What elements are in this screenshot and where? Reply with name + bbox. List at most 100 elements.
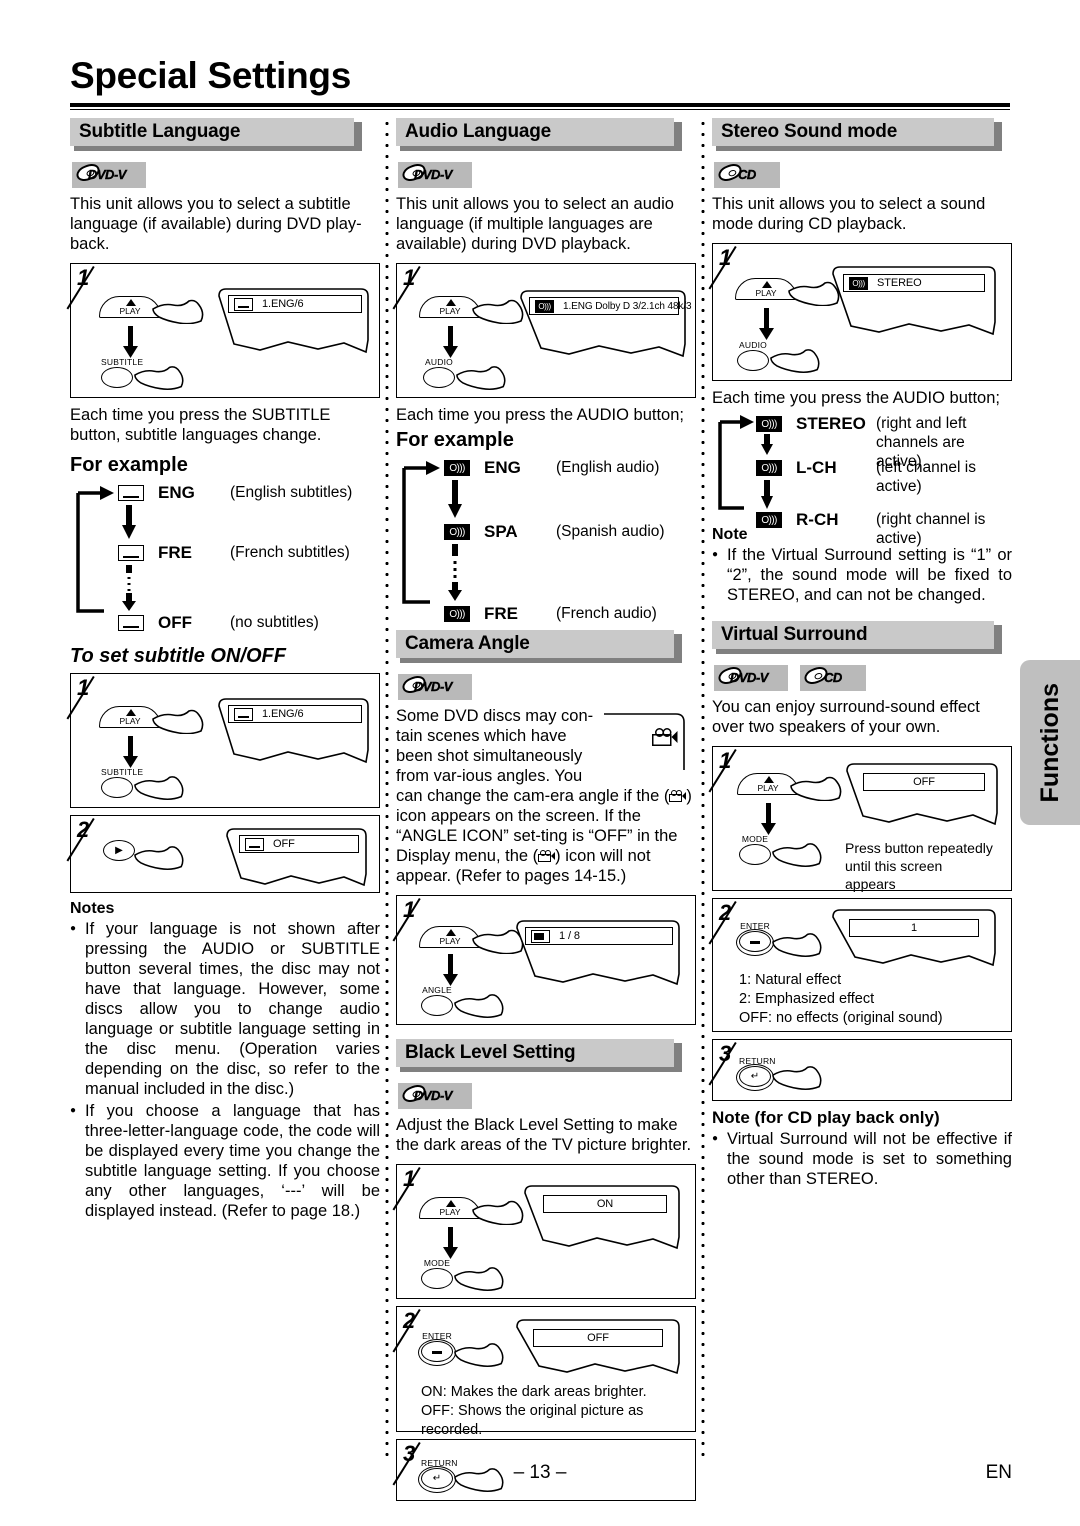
cycle-code: FRE: [158, 543, 192, 562]
pointing-hand-icon: [133, 774, 187, 800]
badge-label: CD: [738, 167, 757, 182]
to-set-subtitle-onoff-label: To set subtitle ON/OFF: [70, 645, 286, 667]
step-slash: [735, 901, 779, 941]
list-item: O))) SPA (Spanish audio): [444, 522, 696, 544]
osd-screen: 1 / 8: [509, 918, 687, 988]
subtitle-icon: [118, 545, 144, 561]
badge-label: DVD-V: [414, 679, 453, 694]
mode-button-label: MODE: [423, 1258, 451, 1268]
pointing-hand-icon: [789, 775, 845, 801]
disc-badges: DVD-V: [72, 162, 380, 188]
arrow-gap: [118, 505, 380, 543]
cycle-code: STEREO: [796, 414, 866, 433]
arrow-gap-dotted: [118, 565, 380, 613]
section-header-black-level: Black Level Setting: [396, 1039, 696, 1072]
cd-badge-icon: CD: [714, 162, 780, 188]
section-title: Stereo Sound mode: [721, 121, 898, 142]
mode-button-graphic: MODE: [739, 834, 771, 865]
virtual-note-item: Virtual Surround will not be effective i…: [712, 1129, 1012, 1189]
section-title: Subtitle Language: [79, 121, 241, 142]
section-title: Camera Angle: [405, 633, 530, 654]
cycle-code: FRE: [484, 604, 518, 623]
subtitle-onoff-step-2-illustration: 2 ▶ OFF: [70, 815, 380, 893]
section-title: Audio Language: [405, 121, 552, 142]
down-arrow-icon: [759, 803, 777, 835]
column-separator-2: [701, 118, 705, 1458]
list-item: FRE (French subtitles): [118, 543, 380, 565]
down-arrow-icon: [441, 1227, 459, 1259]
osd-text: 1.ENG Dolby D 3/2.1ch 48k/3: [563, 300, 692, 312]
subtitle-icon: [118, 615, 144, 631]
arrow-gap: [444, 480, 696, 522]
step-number: 1: [403, 897, 416, 922]
camera-angle-step-1-illustration: 1 PLAY ANGLE 1 / 8: [396, 895, 696, 1025]
pointing-hand-icon: [453, 1265, 507, 1291]
subtitle-onoff-step-1-illustration: 1 PLAY SUBTITLE 1.ENG/6: [70, 673, 380, 808]
audio-step-1-illustration: 1 PLAY AUDIO O))) 1.ENG Dolby D 3/2.1ch …: [396, 263, 696, 398]
camera-angle-intro: Some DVD discs may con-tain scenes which…: [396, 706, 696, 886]
mode-button-label: MODE: [741, 834, 769, 844]
virtual-effect-1: 1: Natural effect: [739, 972, 842, 988]
note-item: If your language is not shown after pres…: [70, 919, 380, 1099]
down-arrow-icon: [757, 308, 775, 340]
audio-button-graphic: AUDIO: [423, 357, 455, 388]
osd-screen: ON: [517, 1183, 687, 1251]
camera-angle-icon: [652, 724, 678, 746]
osd-text: 1 / 8: [559, 930, 580, 942]
osd-text: OFF: [273, 838, 295, 850]
stereo-intro: This unit allows you to select a sound m…: [712, 195, 986, 233]
virtual-effect-2: 2: Emphasized effect: [739, 991, 875, 1007]
camera-angle-osd-icon: [531, 929, 550, 943]
pointing-hand-icon: [133, 844, 187, 870]
section-title: Black Level Setting: [405, 1042, 576, 1063]
for-example-label: For example: [396, 429, 514, 451]
osd-screen: O))) STEREO: [825, 264, 1003, 340]
osd-screen: OFF: [219, 826, 374, 888]
list-item: OFF (no subtitles): [118, 613, 380, 635]
subtitle-language-intro: This unit allows you to select a subtitl…: [70, 195, 362, 253]
section-header-camera-angle: Camera Angle: [396, 630, 696, 663]
pointing-hand-icon: [771, 841, 825, 867]
stereo-after-text: Each time you press the AUDIO button;: [712, 389, 1000, 407]
subtitle-osd-icon: [245, 837, 264, 851]
disc-badges: DVD-V: [398, 162, 696, 188]
virtual-step-1-inline-note: Press button repeatedly until this scree…: [845, 840, 993, 892]
black-level-explanations: ON: Makes the dark areas brighter. OFF: …: [421, 1383, 695, 1440]
cycle-code: OFF: [158, 613, 192, 632]
osd-text: OFF: [913, 776, 935, 788]
cd-badge-icon: CD: [800, 665, 866, 691]
osd-text: 1: [910, 922, 918, 934]
header-shadow-bottom: [74, 146, 362, 151]
subtitle-after-text: Each time you press the SUBTITLE button,…: [70, 406, 331, 444]
osd-screen: 1.ENG/6: [211, 696, 376, 766]
osd-screen: OFF: [839, 761, 1005, 827]
arrow-gap: [756, 434, 1012, 458]
arrow-gap: [756, 480, 1012, 510]
black-level-off-desc: OFF: Shows the original picture as recor…: [421, 1403, 644, 1438]
step-slash: [735, 246, 779, 286]
column-2: Audio Language DVD-V This unit allows yo…: [396, 118, 696, 1508]
cycle-code: ENG: [484, 458, 521, 477]
list-item: O))) R-CH (right channel is active): [756, 510, 1012, 547]
cycle-desc: (right channel is active): [876, 511, 986, 547]
step-slash: [419, 898, 463, 938]
disc-badges: DVD-V: [398, 1083, 696, 1109]
stereo-note-item: If the Virtual Surround setting is “1” o…: [712, 545, 1012, 605]
subtitle-icon: [118, 485, 144, 501]
black-level-on-desc: ON: Makes the dark areas brighter.: [421, 1384, 647, 1400]
step-slash: [93, 266, 137, 306]
audio-icon: O))): [444, 524, 470, 540]
audio-osd-icon: O))): [535, 299, 554, 313]
angle-callout-graphic: [604, 708, 696, 782]
stereo-step-1-illustration: 1 PLAY AUDIO O))) STEREO: [712, 243, 1012, 381]
cycle-code: SPA: [484, 522, 518, 541]
step-number: 2: [77, 817, 90, 842]
cycle-desc: (English audio): [556, 459, 660, 476]
dvd-v-badge-icon: DVD-V: [398, 162, 472, 188]
cycle-loop-arrow-icon: [402, 461, 440, 604]
step-slash: [419, 1309, 463, 1349]
language-mark: EN: [985, 1462, 1012, 1483]
cycle-code: ENG: [158, 483, 195, 502]
cycle-loop-arrow-icon: [718, 415, 754, 510]
pointing-hand-icon: [455, 364, 509, 390]
